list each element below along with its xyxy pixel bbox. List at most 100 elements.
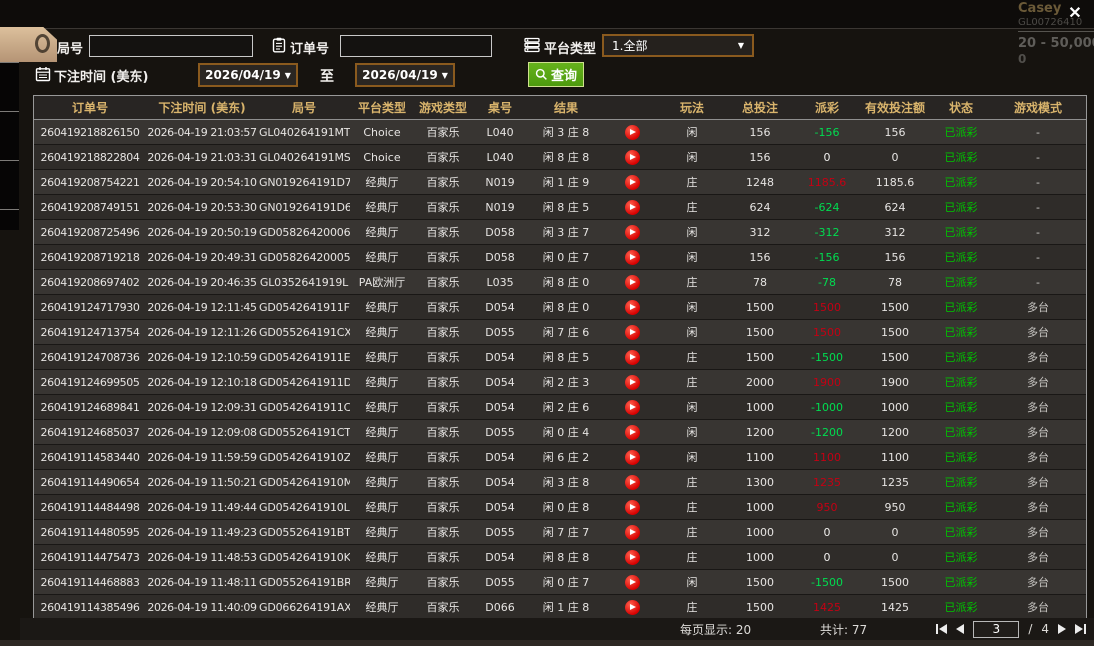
cell-mode: 多台 bbox=[990, 395, 1086, 420]
cell-total_bet: 1100 bbox=[724, 445, 796, 470]
cell-round: GD0542641910M bbox=[258, 470, 350, 495]
strip-divider bbox=[0, 209, 19, 210]
play-video-icon[interactable] bbox=[625, 150, 640, 165]
play-video-icon[interactable] bbox=[625, 200, 640, 215]
play-video-icon[interactable] bbox=[625, 325, 640, 340]
cell-side: 闲 bbox=[660, 420, 724, 445]
cell-table_no: D054 bbox=[472, 395, 528, 420]
play-video-icon[interactable] bbox=[625, 275, 640, 290]
cell-total_bet: 1000 bbox=[724, 495, 796, 520]
cell-order: 260419124708736 bbox=[34, 345, 146, 370]
cell-time: 2026-04-19 11:50:21 bbox=[146, 470, 258, 495]
prev-page-icon[interactable] bbox=[956, 624, 964, 634]
cell-status: 已派彩 bbox=[932, 195, 990, 220]
cell-valid_bet: 312 bbox=[858, 220, 932, 245]
cell-payout: -624 bbox=[796, 195, 858, 220]
play-video-icon[interactable] bbox=[625, 225, 640, 240]
round-no-input[interactable] bbox=[89, 35, 253, 57]
col-header-video bbox=[604, 96, 660, 120]
date-from-picker[interactable]: 2026/04/19 ▼ bbox=[198, 63, 298, 87]
table-footer: 每页显示: 20 共计: 77 / 4 bbox=[20, 618, 1094, 640]
last-page-icon[interactable] bbox=[1075, 624, 1086, 634]
table-row: 2604191246850372026-04-19 12:09:08GD0552… bbox=[34, 420, 1086, 445]
col-header-platform: 平台类型 bbox=[350, 96, 414, 120]
date-to-picker[interactable]: 2026/04/19 ▼ bbox=[355, 63, 455, 87]
cell-valid_bet: 0 bbox=[858, 520, 932, 545]
cell-round: GD066264191AX bbox=[258, 595, 350, 620]
cell-payout: -1000 bbox=[796, 395, 858, 420]
cell-video bbox=[604, 445, 660, 470]
play-video-icon[interactable] bbox=[625, 525, 640, 540]
order-no-input[interactable] bbox=[340, 35, 492, 57]
cell-round: GD0542641910L bbox=[258, 495, 350, 520]
cell-time: 2026-04-19 12:11:26 bbox=[146, 320, 258, 345]
cell-video bbox=[604, 270, 660, 295]
play-video-icon[interactable] bbox=[625, 425, 640, 440]
cell-table_no: D054 bbox=[472, 470, 528, 495]
cell-payout: -1500 bbox=[796, 570, 858, 595]
play-video-icon[interactable] bbox=[625, 575, 640, 590]
play-video-icon[interactable] bbox=[625, 450, 640, 465]
strip-divider bbox=[0, 160, 19, 161]
next-page-icon[interactable] bbox=[1058, 624, 1066, 634]
play-video-icon[interactable] bbox=[625, 175, 640, 190]
cell-mode: 多台 bbox=[990, 445, 1086, 470]
cell-order: 260419218822804 bbox=[34, 145, 146, 170]
cell-time: 2026-04-19 20:54:10 bbox=[146, 170, 258, 195]
cell-table_no: D055 bbox=[472, 520, 528, 545]
cell-status: 已派彩 bbox=[932, 470, 990, 495]
cell-platform: 经典厅 bbox=[350, 245, 414, 270]
play-video-icon[interactable] bbox=[625, 350, 640, 365]
close-icon[interactable]: ✕ bbox=[1062, 2, 1088, 24]
play-video-icon[interactable] bbox=[625, 300, 640, 315]
cell-result: 闲 8 庄 8 bbox=[528, 545, 604, 570]
cell-result: 闲 2 庄 6 bbox=[528, 395, 604, 420]
cell-order: 260419114480595 bbox=[34, 520, 146, 545]
cell-video bbox=[604, 345, 660, 370]
cell-game: 百家乐 bbox=[414, 145, 472, 170]
cell-table_no: D054 bbox=[472, 445, 528, 470]
cell-video bbox=[604, 395, 660, 420]
play-video-icon[interactable] bbox=[625, 600, 640, 615]
cell-mode: 多台 bbox=[990, 295, 1086, 320]
cell-video bbox=[604, 320, 660, 345]
cell-round: GN019264191D6 bbox=[258, 195, 350, 220]
cell-table_no: L035 bbox=[472, 270, 528, 295]
cell-platform: 经典厅 bbox=[350, 445, 414, 470]
play-video-icon[interactable] bbox=[625, 250, 640, 265]
cell-game: 百家乐 bbox=[414, 220, 472, 245]
cell-result: 闲 7 庄 7 bbox=[528, 520, 604, 545]
cell-mode: 多台 bbox=[990, 345, 1086, 370]
cell-valid_bet: 0 bbox=[858, 545, 932, 570]
table-header-row: 订单号下注时间 (美东)局号平台类型游戏类型桌号结果玩法总投注派彩有效投注额状态… bbox=[34, 96, 1086, 120]
play-video-icon[interactable] bbox=[625, 500, 640, 515]
table-row: 2604191247087362026-04-19 12:10:59GD0542… bbox=[34, 345, 1086, 370]
play-video-icon[interactable] bbox=[625, 125, 640, 140]
cell-video bbox=[604, 370, 660, 395]
cell-time: 2026-04-19 12:11:45 bbox=[146, 295, 258, 320]
first-page-icon[interactable] bbox=[936, 624, 947, 634]
cell-time: 2026-04-19 11:40:09 bbox=[146, 595, 258, 620]
cell-valid_bet: 0 bbox=[858, 145, 932, 170]
play-video-icon[interactable] bbox=[625, 550, 640, 565]
cell-status: 已派彩 bbox=[932, 320, 990, 345]
strip-divider bbox=[0, 62, 19, 63]
cell-result: 闲 2 庄 3 bbox=[528, 370, 604, 395]
platform-type-select[interactable]: 1.全部 ▼ bbox=[602, 34, 754, 57]
table-row: 2604191246995052026-04-19 12:10:18GD0542… bbox=[34, 370, 1086, 395]
cell-mode: 多台 bbox=[990, 520, 1086, 545]
chevron-down-icon: ▼ bbox=[442, 71, 448, 80]
cell-platform: 经典厅 bbox=[350, 170, 414, 195]
cell-platform: 经典厅 bbox=[350, 420, 414, 445]
play-video-icon[interactable] bbox=[625, 375, 640, 390]
cell-time: 2026-04-19 21:03:31 bbox=[146, 145, 258, 170]
page-number-input[interactable] bbox=[973, 621, 1019, 638]
cell-table_no: D055 bbox=[472, 420, 528, 445]
cell-result: 闲 3 庄 7 bbox=[528, 220, 604, 245]
play-video-icon[interactable] bbox=[625, 400, 640, 415]
play-video-icon[interactable] bbox=[625, 475, 640, 490]
calendar-icon bbox=[35, 66, 51, 82]
cell-time: 2026-04-19 12:09:08 bbox=[146, 420, 258, 445]
side-tab[interactable] bbox=[0, 27, 57, 62]
query-button[interactable]: 查询 bbox=[528, 62, 584, 87]
